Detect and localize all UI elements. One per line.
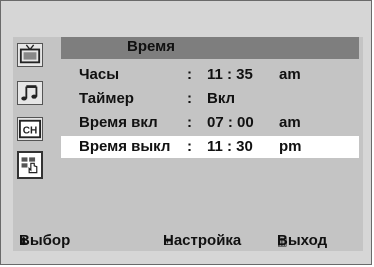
row-ampm: am bbox=[279, 66, 301, 83]
row-label: Часы bbox=[79, 66, 120, 83]
music-note-icon[interactable] bbox=[17, 81, 43, 105]
row-value: 07 : 00 bbox=[207, 114, 254, 131]
row-colon: : bbox=[187, 138, 192, 155]
updown-arrow-icon: ⬍ bbox=[19, 235, 29, 248]
row-ampm: am bbox=[279, 114, 301, 131]
menu-title: Время bbox=[127, 38, 175, 55]
channel-icon-text: CH bbox=[23, 126, 38, 137]
menu-key-icon: ▥ bbox=[277, 235, 288, 248]
row-ampm: pm bbox=[279, 138, 302, 155]
row-colon: : bbox=[187, 114, 192, 131]
channel-icon[interactable]: CH bbox=[17, 117, 43, 141]
row-value: 11 : 30 bbox=[207, 138, 253, 155]
timer-setup-icon[interactable] bbox=[17, 151, 43, 179]
row-colon: : bbox=[187, 66, 192, 83]
tv-screen: CH Время Часы : 11 : 35 am Таймер: Вкл … bbox=[0, 0, 372, 265]
menu-row-clock[interactable]: Часы : 11 : 35 am bbox=[61, 64, 359, 86]
plus-minus-icon: ± bbox=[163, 235, 173, 248]
menu-category-sidebar: CH bbox=[13, 37, 49, 229]
row-value: Вкл bbox=[207, 90, 236, 107]
menu-row-timer[interactable]: Таймер : Вкл bbox=[61, 88, 359, 110]
key-hint-bar: ⬍ Выбор ± Настройка ▥ Выход bbox=[13, 229, 363, 251]
menu-title-bar: Время bbox=[61, 37, 359, 59]
exit-hint: ▥ Выход bbox=[277, 232, 327, 249]
osd-menu-panel: CH Время Часы : 11 : 35 am Таймер: Вкл … bbox=[13, 37, 363, 229]
menu-row-off-time[interactable]: Время выкл : 11 : 30 pm bbox=[61, 136, 359, 158]
row-label: Время выкл bbox=[79, 138, 171, 155]
row-colon: : bbox=[187, 90, 192, 107]
select-hint: ⬍ Выбор bbox=[19, 232, 70, 249]
adjust-hint: ± Настройка bbox=[163, 232, 241, 249]
menu-row-on-time[interactable]: Время вкл : 07 : 00 am bbox=[61, 112, 359, 134]
row-value: 11 : 35 bbox=[207, 66, 253, 83]
tv-icon[interactable] bbox=[17, 43, 43, 67]
adjust-label: Настройка bbox=[163, 232, 242, 249]
row-label: Время вкл bbox=[79, 114, 158, 131]
row-label: Таймер bbox=[79, 90, 134, 107]
